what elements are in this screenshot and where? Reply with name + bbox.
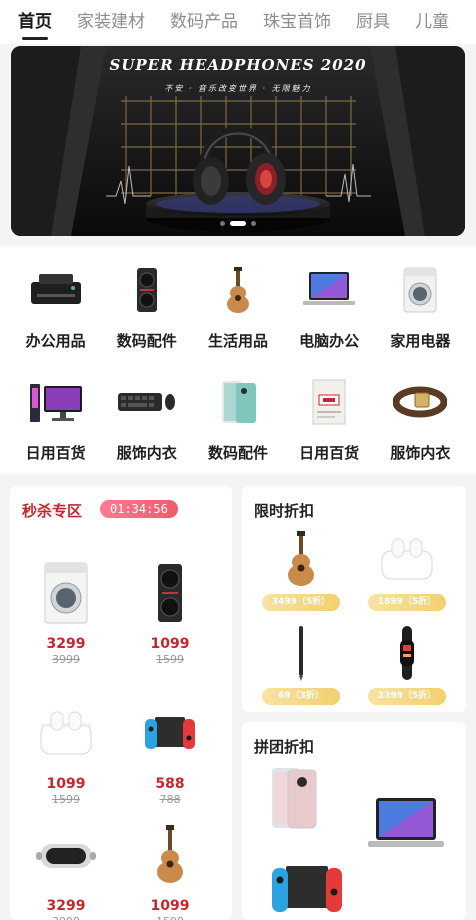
flash-sale-title[interactable]: 秒杀专区 [22, 500, 82, 521]
category-digital-accessories[interactable]: 数码配件 [101, 264, 192, 351]
sale-price: 1099 [150, 636, 190, 652]
original-price: 1599 [156, 653, 184, 666]
vr-headset-icon [33, 820, 99, 890]
laptop-icon [366, 796, 446, 858]
limited-discount-title[interactable]: 限时折扣 [254, 500, 314, 521]
banner-subtitle: 不安 · 音乐改变世界 · 无限魅力 [164, 84, 312, 93]
group-discount-card: 拼团折扣 [242, 722, 466, 920]
carousel-dot-active[interactable] [230, 221, 246, 226]
category-tab-bar: 首页 家装建材 数码产品 珠宝首饰 厨具 儿童 [0, 0, 476, 44]
discount-item[interactable]: 69（3折） [248, 624, 354, 705]
discount-item[interactable]: 2399（5折） [354, 624, 460, 705]
category-label: 日用百货 [25, 444, 86, 462]
category-grid: 办公用品 数码配件 生活用品 电脑办公 家用电器 日用百货 服饰内衣 数码配件 … [0, 246, 476, 474]
laptop-icon [298, 264, 360, 316]
category-daily-goods[interactable]: 生活用品 [192, 264, 283, 351]
group-item[interactable] [366, 796, 446, 858]
game-console-icon [137, 698, 203, 768]
category-label: 数码配件 [116, 332, 177, 350]
category-label: 生活用品 [207, 332, 268, 350]
smartphone-icon [270, 766, 318, 834]
group-item[interactable] [270, 766, 318, 834]
flash-sale-card: 秒杀专区 01:34:56 3299 3999 1099 1599 1099 1… [10, 486, 232, 920]
category-daily-goods-2[interactable]: 日用百货 [10, 376, 101, 463]
belt-icon [389, 376, 451, 428]
computer-setup-icon [25, 376, 87, 428]
category-apparel[interactable]: 服饰内衣 [101, 376, 192, 463]
category-label: 日用百货 [299, 444, 360, 462]
keyboard-mouse-icon [116, 376, 178, 428]
smartphone-icon [207, 376, 269, 428]
category-label: 数码配件 [207, 444, 268, 462]
tab-home[interactable]: 首页 [18, 0, 52, 44]
tab-kids[interactable]: 儿童 [415, 0, 449, 44]
washing-machine-icon [33, 558, 99, 628]
category-label: 服饰内衣 [116, 444, 177, 462]
earbuds-icon [33, 698, 99, 768]
discount-item[interactable]: 3499（5折） [248, 530, 354, 611]
tab-digital[interactable]: 数码产品 [170, 0, 238, 44]
limited-discount-card: 限时折扣 3499（5折） 1899（5折） 69（3折） 2399（5折） [242, 486, 466, 712]
washing-machine-icon [389, 264, 451, 316]
guitar-icon [137, 820, 203, 890]
carousel-dots [11, 221, 465, 226]
category-apparel-2[interactable]: 服饰内衣 [375, 376, 466, 463]
original-price: 788 [159, 793, 181, 806]
tab-home-building[interactable]: 家装建材 [77, 0, 145, 44]
promo-banner[interactable]: SUPER HEADPHONES 2020 不安 · 音乐改变世界 · 无限魅力 [11, 46, 465, 236]
graphics-card-icon [116, 264, 178, 316]
game-console-icon [272, 858, 342, 920]
tab-jewelry[interactable]: 珠宝首饰 [263, 0, 331, 44]
category-label: 电脑办公 [299, 332, 360, 350]
original-price: 1599 [156, 915, 184, 920]
stylus-icon [266, 624, 336, 682]
countdown-timer: 01:34:56 [100, 500, 178, 518]
sale-price: 588 [155, 776, 185, 792]
sale-price: 1099 [46, 776, 86, 792]
carousel-dot[interactable] [220, 221, 225, 226]
category-label: 办公用品 [25, 332, 86, 350]
carousel-dot[interactable] [251, 221, 256, 226]
category-daily-goods-3[interactable]: 日用百货 [284, 376, 375, 463]
category-digital-accessories-2[interactable]: 数码配件 [192, 376, 283, 463]
flash-sale-item[interactable]: 1099 1599 [120, 820, 220, 920]
category-row-2: 日用百货 服饰内衣 数码配件 日用百货 服饰内衣 [10, 376, 466, 463]
original-price: 1599 [52, 793, 80, 806]
flash-sale-item[interactable]: 1099 1599 [16, 698, 116, 806]
category-label: 服饰内衣 [390, 444, 451, 462]
category-office-supplies[interactable]: 办公用品 [10, 264, 101, 351]
guitar-icon [266, 530, 336, 588]
discount-price-pill: 69（3折） [262, 688, 340, 705]
discount-item[interactable]: 1899（5折） [354, 530, 460, 611]
discount-price-pill: 3499（5折） [262, 594, 340, 611]
sale-price: 3299 [46, 636, 86, 652]
banner-artwork [11, 46, 465, 236]
category-appliances[interactable]: 家用电器 [375, 264, 466, 351]
original-price: 3999 [52, 653, 80, 666]
fitness-band-icon [372, 624, 442, 682]
sale-price: 3299 [46, 898, 86, 914]
banner-title: SUPER HEADPHONES 2020 [109, 56, 367, 74]
flash-sale-item[interactable]: 588 788 [120, 698, 220, 806]
graphics-card-icon [137, 558, 203, 628]
guitar-icon [207, 264, 269, 316]
original-price: 3999 [52, 915, 80, 920]
flash-sale-item[interactable]: 3299 3999 [16, 558, 116, 666]
category-row-1: 办公用品 数码配件 生活用品 电脑办公 家用电器 [10, 264, 466, 351]
sale-price: 1099 [150, 898, 190, 914]
flash-sale-item[interactable]: 3299 3999 [16, 820, 116, 920]
book-icon [298, 376, 360, 428]
category-label: 家用电器 [390, 332, 451, 350]
group-item[interactable] [272, 858, 342, 920]
discount-price-pill: 2399（5折） [368, 688, 446, 705]
category-computers[interactable]: 电脑办公 [284, 264, 375, 351]
group-discount-title[interactable]: 拼团折扣 [254, 736, 314, 757]
printer-icon [25, 264, 87, 316]
flash-sale-item[interactable]: 1099 1599 [120, 558, 220, 666]
earbuds-icon [372, 530, 442, 588]
discount-price-pill: 1899（5折） [368, 594, 446, 611]
tab-kitchen[interactable]: 厨具 [356, 0, 390, 44]
